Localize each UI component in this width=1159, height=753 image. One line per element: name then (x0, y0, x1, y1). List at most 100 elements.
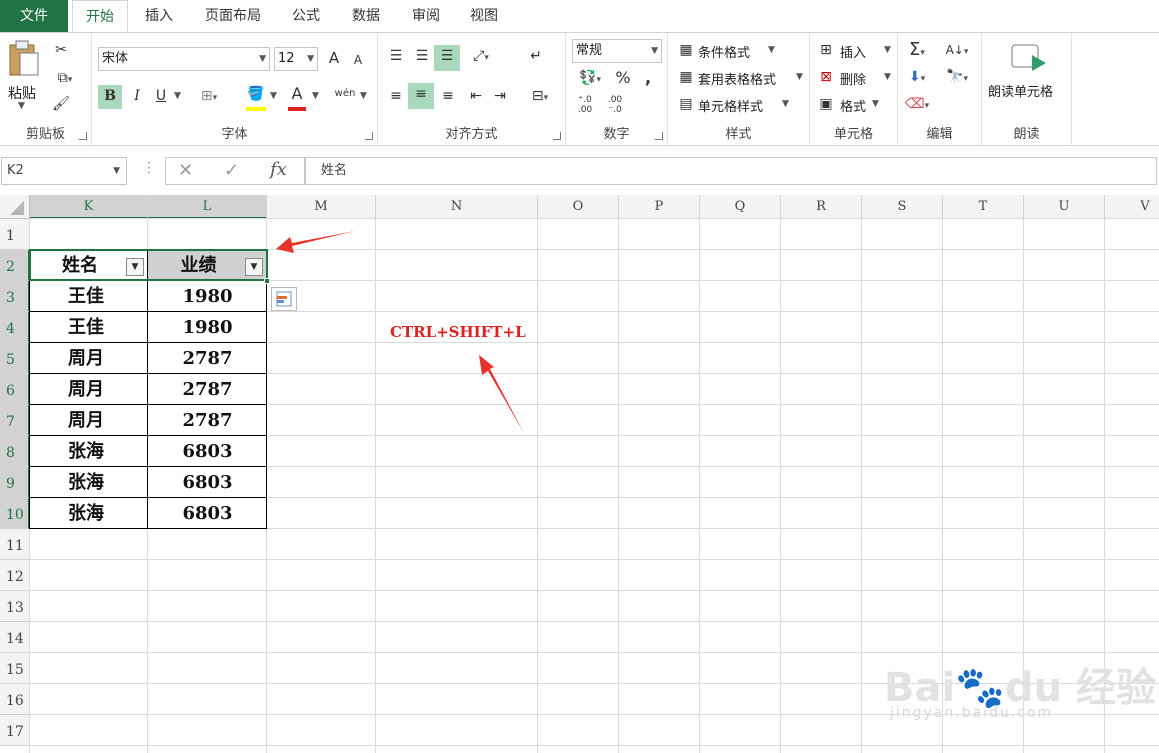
formula-buttons: ✕ ✓ fx (165, 157, 305, 185)
font-size-select[interactable]: 12 ▼ (274, 47, 318, 71)
ribbon-tabs: 文件 开始 插入 页面布局 公式 数据 审阅 视图 (0, 0, 1159, 33)
conditional-format-button[interactable]: ▦ 条件格式 ▼ (676, 39, 806, 61)
formula-bar-resize-icon[interactable]: ⋮ (142, 160, 156, 176)
font-color-icon[interactable]: A (286, 83, 308, 105)
clipboard-launcher-icon[interactable] (79, 132, 87, 140)
bold-button[interactable]: B (98, 85, 122, 109)
excel-window: 文件 开始 插入 页面布局 公式 数据 审阅 视图 粘贴 ▼ ✂ ⧉▾ 🖌 剪贴… (0, 0, 1159, 753)
ribbon: 粘贴 ▼ ✂ ⧉▾ 🖌 剪贴板 宋体 ▼ 12 ▼ A A B I U ▼ ⊞▾… (0, 32, 1159, 146)
decrease-indent-icon[interactable]: ⇤ (464, 85, 488, 107)
clear-icon[interactable]: ⌫▾ (902, 93, 932, 117)
align-left-icon[interactable]: ≡ (384, 85, 408, 107)
cell-styles-icon: ▤ (679, 96, 693, 112)
align-right-icon[interactable]: ≡ (436, 85, 460, 107)
tab-formulas[interactable]: 公式 (280, 0, 332, 32)
font-size-dropdown-icon: ▼ (307, 54, 314, 64)
merge-center-icon[interactable]: ⊟▾ (524, 85, 556, 109)
accounting-format-icon[interactable]: 💱▾ (572, 67, 608, 91)
find-select-icon[interactable]: 🔭▾ (940, 66, 974, 90)
cell-styles-label: 单元格样式 (698, 100, 764, 115)
arrow-to-filter-icon (276, 231, 355, 253)
read-group-label: 朗读 (1013, 127, 1040, 142)
insert-cells-dropdown-icon: ▼ (884, 45, 891, 55)
shrink-font-icon[interactable]: A (348, 49, 368, 71)
delete-cells-button[interactable]: ⊠ 删除 ▼ (816, 66, 896, 88)
increase-indent-icon[interactable]: ⇥ (488, 85, 512, 107)
read-cell-button[interactable]: 朗读单元格 (986, 41, 1070, 105)
autosum-icon[interactable]: Σ▾ (902, 39, 932, 64)
cut-icon[interactable]: ✂ (50, 39, 72, 61)
enter-icon[interactable]: ✓ (224, 160, 239, 181)
paste-dropdown-icon: ▼ (18, 101, 25, 111)
italic-button[interactable]: I (126, 85, 148, 107)
format-cells-label: 格式 (840, 100, 867, 115)
tab-file[interactable]: 文件 (0, 0, 68, 32)
align-top-icon[interactable]: ☰ (384, 45, 408, 67)
tab-page-layout[interactable]: 页面布局 (190, 0, 276, 32)
fill-color-dropdown-icon[interactable]: ▼ (270, 91, 277, 101)
paste-button[interactable]: 粘贴 ▼ (4, 39, 44, 111)
format-as-table-button[interactable]: ▦ 套用表格格式 ▼ (676, 66, 806, 88)
font-name-select[interactable]: 宋体 ▼ (98, 47, 270, 71)
phonetic-dropdown-icon[interactable]: ▼ (360, 91, 367, 101)
tab-insert[interactable]: 插入 (130, 0, 188, 32)
wrap-text-icon[interactable]: ↵ (524, 45, 548, 67)
format-as-table-dropdown-icon: ▼ (796, 72, 803, 82)
group-alignment: ☰ ☰ ☰ ⤢▾ ↵ ≡ ≡ ≡ ⇤ ⇥ ⊟▾ 对齐方式 (378, 33, 566, 146)
group-font: 宋体 ▼ 12 ▼ A A B I U ▼ ⊞▾ 🪣 ▼ A ▼ wén ▼ 字… (92, 33, 378, 146)
tab-view[interactable]: 视图 (456, 0, 512, 32)
group-clipboard: 粘贴 ▼ ✂ ⧉▾ 🖌 剪贴板 (0, 33, 92, 146)
tab-data[interactable]: 数据 (338, 0, 394, 32)
underline-button[interactable]: U (150, 85, 172, 107)
align-center-icon[interactable]: ≡ (408, 83, 434, 109)
tab-review[interactable]: 审阅 (398, 0, 454, 32)
sort-filter-icon[interactable]: A↓▾ (940, 39, 974, 63)
comma-button[interactable]: , (640, 67, 656, 89)
cell-styles-button[interactable]: ▤ 单元格样式 ▼ (676, 93, 806, 115)
format-painter-icon[interactable]: 🖌 (50, 93, 72, 115)
format-as-table-icon: ▦ (679, 69, 693, 85)
insert-function-icon[interactable]: fx (270, 159, 287, 180)
format-as-table-label: 套用表格格式 (698, 73, 777, 88)
decrease-decimal-button[interactable]: .00 ⁻.0 (602, 95, 628, 115)
align-bottom-icon[interactable]: ☰ (434, 45, 460, 71)
worksheet-grid: KLMNOPQRSTUV 1 2 3 4 5 6 7 8 9 10 11 12 13 14 15 16 17 姓… (0, 195, 1159, 753)
copy-icon[interactable]: ⧉▾ (50, 67, 80, 91)
increase-decimal-button[interactable]: ⁺.0 .00 (572, 95, 598, 115)
formula-input[interactable]: 姓名 (305, 157, 1157, 185)
fill-color-icon[interactable]: 🪣 (244, 83, 268, 105)
insert-cells-button[interactable]: ⊞ 插入 ▼ (816, 39, 896, 61)
phonetic-icon[interactable]: wén (332, 83, 358, 105)
number-group-label: 数字 (603, 127, 630, 142)
grow-font-icon[interactable]: A (324, 47, 344, 69)
align-middle-icon[interactable]: ☰ (410, 45, 434, 67)
format-cells-button[interactable]: ▣ 格式 ▼ (816, 93, 896, 115)
baidu-watermark-url: jingyan.baidu.com (890, 705, 1054, 721)
fill-down-icon[interactable]: ⬇▾ (902, 66, 932, 90)
paste-icon (9, 40, 39, 76)
name-box[interactable]: K2 ▼ (1, 157, 127, 185)
conditional-format-dropdown-icon: ▼ (768, 45, 775, 55)
font-name-value: 宋体 (102, 51, 129, 66)
tab-home[interactable]: 开始 (72, 0, 128, 33)
borders-icon[interactable]: ⊞▾ (196, 85, 222, 109)
cells-group-label: 单元格 (833, 127, 873, 142)
font-launcher-icon[interactable] (365, 132, 373, 140)
paste-label: 粘贴 (8, 86, 36, 102)
orientation-icon[interactable]: ⤢▾ (466, 45, 496, 69)
arrow-to-shortcut-icon (479, 355, 524, 433)
read-cell-label: 朗读单元格 (988, 85, 1054, 100)
underline-dropdown-icon[interactable]: ▼ (174, 91, 181, 101)
format-cells-icon: ▣ (819, 96, 833, 112)
cell-styles-dropdown-icon: ▼ (782, 99, 789, 109)
font-color-dropdown-icon[interactable]: ▼ (312, 91, 319, 101)
insert-cells-icon: ⊞ (820, 42, 832, 58)
formula-bar: K2 ▼ ⋮ ✕ ✓ fx 姓名 (0, 156, 1159, 188)
alignment-launcher-icon[interactable] (553, 132, 561, 140)
group-read: 朗读单元格 朗读 (982, 33, 1072, 146)
name-box-value: K2 (7, 163, 24, 178)
number-launcher-icon[interactable] (655, 132, 663, 140)
cancel-icon[interactable]: ✕ (178, 160, 193, 181)
percent-button[interactable]: % (614, 67, 632, 89)
number-format-select[interactable]: 常规 ▼ (572, 39, 662, 63)
